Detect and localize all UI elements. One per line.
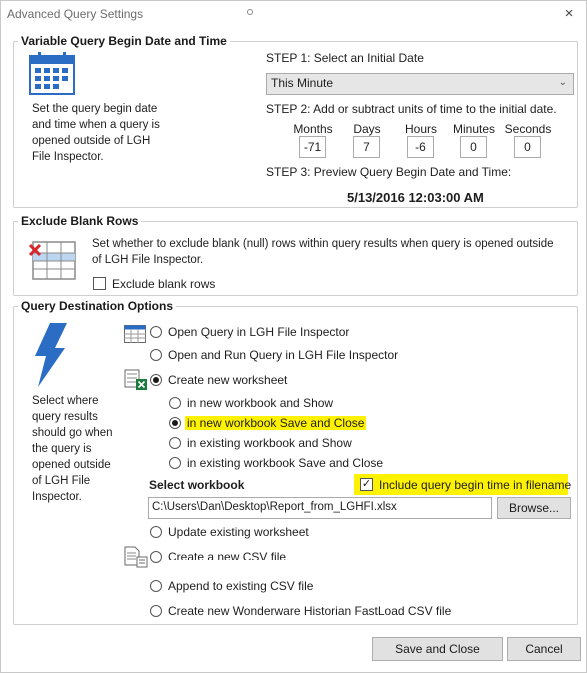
variable-query-legend: Variable Query Begin Date and Time	[21, 34, 227, 48]
days-input[interactable]: 7	[353, 136, 380, 158]
initial-date-value: This Minute	[271, 76, 334, 90]
excel-worksheet-icon	[124, 369, 147, 390]
update-worksheet-radio[interactable]	[150, 526, 162, 538]
seconds-input[interactable]: 0	[514, 136, 541, 158]
open-query-radio[interactable]	[150, 326, 162, 338]
query-destination-legend: Query Destination Options	[21, 299, 174, 313]
create-csv-label[interactable]: Create a new CSV file	[168, 550, 286, 560]
minutes-label: Minutes	[452, 122, 496, 136]
exclude-blank-description: Set whether to exclude blank (null) rows…	[92, 238, 554, 266]
lightning-icon	[35, 323, 67, 387]
title-bar: Advanced Query Settings ×	[1, 1, 586, 29]
destination-description: Select where query results should go whe…	[32, 395, 113, 503]
open-query-label[interactable]: Open Query in LGH File Inspector	[168, 325, 349, 339]
existing-workbook-save-close-label[interactable]: in existing workbook Save and Close	[187, 456, 383, 470]
append-csv-radio[interactable]	[150, 580, 162, 592]
include-begin-time-checkbox[interactable]: ✓	[360, 478, 373, 491]
close-icon[interactable]: ×	[557, 3, 581, 25]
save-and-close-button[interactable]: Save and Close	[372, 637, 503, 661]
new-workbook-save-close-radio[interactable]	[169, 417, 181, 429]
browse-button[interactable]: Browse...	[497, 497, 571, 519]
months-input[interactable]: -71	[299, 136, 326, 158]
create-csv-radio[interactable]	[150, 551, 162, 563]
initial-date-dropdown[interactable]: This Minute ⌄	[266, 73, 574, 95]
hours-input[interactable]: -6	[407, 136, 434, 158]
csv-file-icon	[124, 546, 148, 568]
variable-query-description: Set the query begin date and time when a…	[32, 103, 160, 163]
chevron-down-icon: ⌄	[558, 77, 567, 88]
cancel-button[interactable]: Cancel	[507, 637, 581, 661]
window-table-icon	[124, 325, 146, 343]
seconds-label: Seconds	[504, 122, 552, 136]
fastload-csv-label[interactable]: Create new Wonderware Historian FastLoad…	[168, 604, 451, 618]
minutes-input[interactable]: 0	[460, 136, 487, 158]
window-title: Advanced Query Settings	[7, 7, 144, 21]
table-delete-icon	[29, 241, 76, 280]
append-csv-label[interactable]: Append to existing CSV file	[168, 579, 313, 593]
update-worksheet-label[interactable]: Update existing worksheet	[168, 525, 309, 539]
open-run-query-label[interactable]: Open and Run Query in LGH File Inspector	[168, 348, 398, 362]
advanced-query-settings-window: Advanced Query Settings × Variable Query…	[0, 0, 587, 673]
create-worksheet-radio[interactable]	[150, 374, 162, 386]
hours-label: Hours	[404, 122, 437, 136]
title-marker-icon	[247, 9, 253, 15]
existing-workbook-show-radio[interactable]	[169, 437, 181, 449]
create-worksheet-label[interactable]: Create new worksheet	[168, 373, 287, 387]
select-workbook-label: Select workbook	[149, 478, 245, 492]
new-workbook-show-label[interactable]: in new workbook and Show	[187, 396, 333, 410]
workbook-path-input[interactable]: C:\Users\Dan\Desktop\Report_from_LGHFI.x…	[148, 497, 492, 519]
new-workbook-save-close-label[interactable]: in new workbook Save and Close	[185, 416, 367, 430]
months-label: Months	[293, 122, 333, 136]
existing-workbook-show-label[interactable]: in existing workbook and Show	[187, 436, 352, 450]
step3-label: STEP 3: Preview Query Begin Date and Tim…	[266, 165, 512, 179]
fastload-csv-radio[interactable]	[150, 605, 162, 617]
existing-workbook-save-close-radio[interactable]	[169, 457, 181, 469]
open-run-query-radio[interactable]	[150, 349, 162, 361]
include-begin-time-label[interactable]: Include query begin time in filename	[379, 478, 571, 492]
days-label: Days	[353, 122, 381, 136]
step2-label: STEP 2: Add or subtract units of time to…	[266, 102, 557, 116]
exclude-blank-rows-legend: Exclude Blank Rows	[21, 214, 139, 228]
new-workbook-show-radio[interactable]	[169, 397, 181, 409]
exclude-blank-rows-label[interactable]: Exclude blank rows	[112, 277, 215, 291]
preview-datetime: 5/13/2016 12:03:00 AM	[347, 190, 484, 205]
calendar-icon	[29, 52, 75, 95]
exclude-blank-rows-checkbox[interactable]	[93, 277, 106, 290]
step1-label: STEP 1: Select an Initial Date	[266, 51, 424, 65]
